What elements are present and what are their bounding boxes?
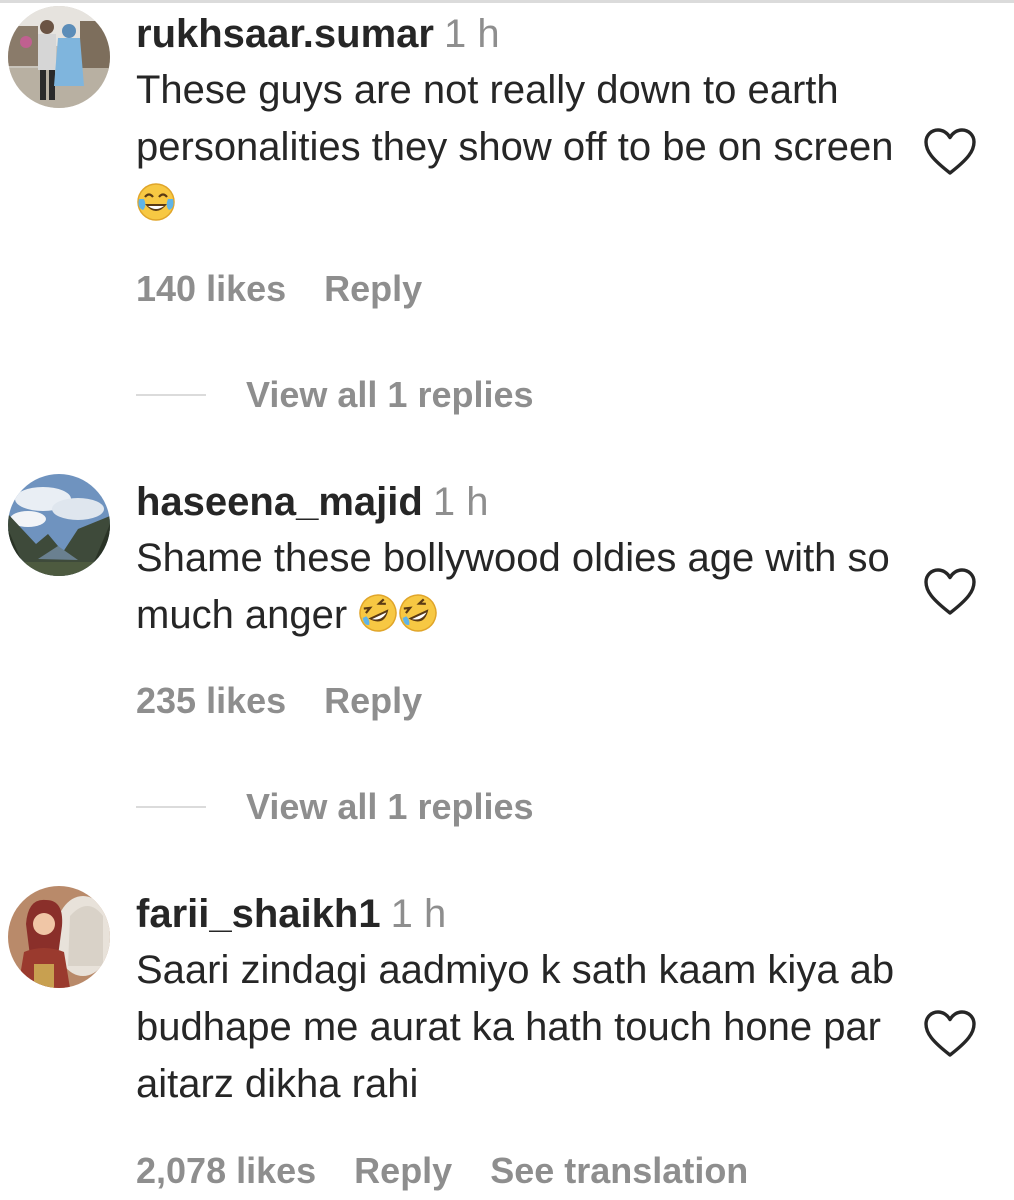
- likes-count[interactable]: 235 likes: [136, 680, 286, 721]
- view-replies-button[interactable]: View all 1 replies: [136, 374, 534, 418]
- like-button[interactable]: [922, 126, 978, 178]
- rolling-on-the-floor-laughing-icon: [398, 593, 438, 633]
- rolling-on-the-floor-laughing-icon: [358, 593, 398, 633]
- heart-outline-icon: [924, 568, 976, 615]
- comment-text-content: These guys are not really down to earth …: [136, 68, 894, 169]
- couple-photo-avatar-icon: [8, 6, 110, 108]
- comment-text-content: Shame these bollywood oldies age with so…: [136, 536, 890, 637]
- username[interactable]: farii_shaikh1: [136, 892, 381, 936]
- replies-divider: [136, 806, 206, 808]
- see-translation-button[interactable]: See translation: [490, 1150, 748, 1191]
- mountain-landscape-avatar-icon: [8, 474, 110, 576]
- comment-meta: 140 likes Reply: [136, 268, 460, 310]
- like-button[interactable]: [922, 1008, 978, 1060]
- view-replies-label: View all 1 replies: [246, 374, 534, 415]
- heart-outline-icon: [924, 128, 976, 175]
- username[interactable]: rukhsaar.sumar: [136, 12, 434, 56]
- comment-text: Saari zindagi aadmiyo k sath kaam kiya a…: [136, 942, 896, 1113]
- likes-count[interactable]: 2,078 likes: [136, 1150, 316, 1191]
- comment-text: Shame these bollywood oldies age with so…: [136, 530, 896, 644]
- timestamp: 1 h: [390, 892, 447, 936]
- face-with-tears-of-joy-icon: [136, 182, 176, 222]
- timestamp: 1 h: [432, 480, 489, 524]
- view-replies-label: View all 1 replies: [246, 786, 534, 827]
- comment-text: These guys are not really down to earth …: [136, 62, 896, 233]
- heart-outline-icon: [924, 1010, 976, 1057]
- avatar[interactable]: [8, 886, 110, 988]
- woman-with-horse-avatar-icon: [8, 886, 110, 988]
- avatar[interactable]: [8, 474, 110, 576]
- username[interactable]: haseena_majid: [136, 480, 423, 524]
- comment-header: haseena_majid 1 h: [136, 478, 896, 526]
- likes-count[interactable]: 140 likes: [136, 268, 286, 309]
- avatar[interactable]: [8, 6, 110, 108]
- replies-divider: [136, 394, 206, 396]
- reply-button[interactable]: Reply: [354, 1150, 452, 1191]
- like-button[interactable]: [922, 566, 978, 618]
- timestamp: 1 h: [443, 12, 500, 56]
- top-divider: [0, 0, 1014, 3]
- comment-meta: 235 likes Reply: [136, 680, 460, 722]
- reply-button[interactable]: Reply: [324, 680, 422, 721]
- comment-text-content: Saari zindagi aadmiyo k sath kaam kiya a…: [136, 948, 895, 1106]
- reply-button[interactable]: Reply: [324, 268, 422, 309]
- comment-meta: 2,078 likes Reply See translation: [136, 1150, 786, 1192]
- comment-header: rukhsaar.sumar 1 h: [136, 10, 896, 58]
- view-replies-button[interactable]: View all 1 replies: [136, 786, 534, 830]
- comment-header: farii_shaikh1 1 h: [136, 890, 896, 938]
